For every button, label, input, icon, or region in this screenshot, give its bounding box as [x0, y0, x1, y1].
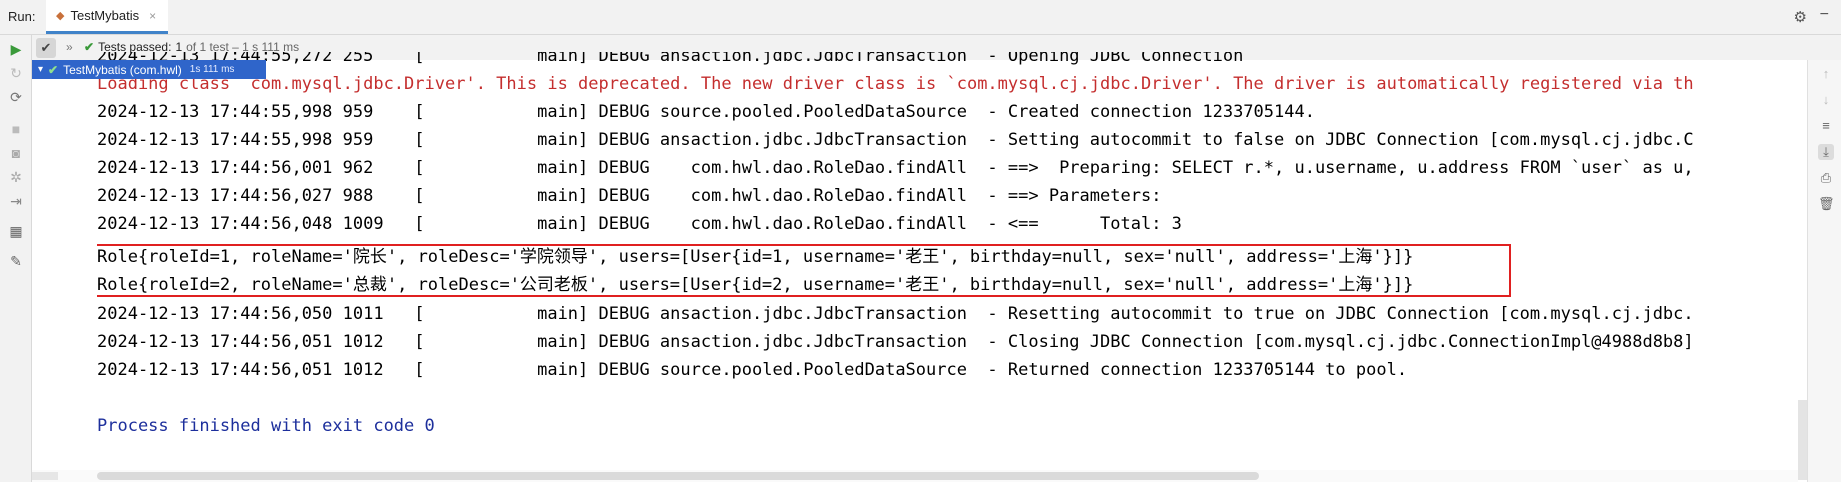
run-tool-window-header: Run: ◆ TestMybatis × ⚙ − [0, 0, 1841, 35]
layout-icon[interactable]: ▦ [8, 223, 24, 239]
toggle-auto-test-icon[interactable]: ⟳ [8, 89, 24, 105]
check-icon: ✔ [84, 40, 95, 54]
tree-scrollbar[interactable] [32, 472, 58, 480]
trash-icon[interactable]: 🗑 [1818, 196, 1835, 212]
minimize-icon[interactable]: − [1820, 6, 1829, 24]
tab-testmybatis[interactable]: ◆ TestMybatis × [46, 0, 169, 34]
scroll-up-icon[interactable]: ↑ [1818, 66, 1834, 82]
test-tree-label: TestMybatis (com.hwl) [63, 62, 182, 77]
print-icon[interactable]: ⎙ [1818, 170, 1834, 186]
run-label: Run: [8, 9, 36, 24]
pin-icon[interactable]: ✎ [8, 253, 24, 269]
right-toolbar: ↑ ↓ ≡ ⤓ ⎙ 🗑 [1807, 60, 1841, 482]
console-line: 2024-12-13 17:44:56,050 1011 [ main] DEB… [97, 304, 1694, 324]
console-line-error: Loading class `com.mysql.jdbc.Driver'. T… [97, 74, 1694, 94]
stop-icon[interactable]: ■ [8, 121, 24, 137]
show-passed-icon[interactable]: ✔ [36, 38, 56, 58]
expand-chevron-icon[interactable]: ▾ [38, 64, 43, 75]
more-chevron-icon[interactable]: » [66, 40, 73, 54]
console-line: 2024-12-13 17:44:55,998 959 [ main] DEBU… [97, 102, 1315, 122]
scroll-down-icon[interactable]: ↓ [1818, 92, 1834, 108]
debug-icon[interactable]: ✲ [8, 169, 24, 185]
tab-label: TestMybatis [70, 8, 140, 23]
gear-icon[interactable]: ⚙ [1794, 8, 1807, 26]
left-toolbar: ▶ ↻ ⟳ ■ ◙ ✲ ⇥ ▦ ✎ [0, 35, 32, 482]
console-line: 2024-12-13 17:44:56,048 1009 [ main] DEB… [97, 214, 1182, 234]
export-icon[interactable]: ⇥ [8, 193, 24, 209]
console-line: 2024-12-13 17:44:55,998 959 [ main] DEBU… [97, 130, 1694, 150]
console-line: 2024-12-13 17:44:56,027 988 [ main] DEBU… [97, 186, 1172, 206]
scroll-to-end-icon[interactable]: ⤓ [1818, 144, 1834, 160]
console-line: 2024-12-13 17:44:55,272 255 [ main] DEBU… [97, 52, 1244, 66]
console-output[interactable]: 2024-12-13 17:44:55,272 255 [ main] DEBU… [97, 52, 1797, 462]
console-line: 2024-12-13 17:44:56,051 1012 [ main] DEB… [97, 360, 1408, 380]
console-line: 2024-12-13 17:44:56,051 1012 [ main] DEB… [97, 332, 1694, 352]
test-duration: 1s 111 ms [189, 64, 235, 75]
console-line: 2024-12-13 17:44:56,001 962 [ main] DEBU… [97, 158, 1694, 178]
soft-wrap-icon[interactable]: ≡ [1818, 118, 1834, 134]
vertical-scrollbar[interactable] [1798, 400, 1807, 480]
highlight-box [97, 244, 1511, 297]
passed-check-icon: ✔ [48, 62, 59, 77]
console-line-exit: Process finished with exit code 0 [97, 416, 435, 436]
close-tab-icon[interactable]: × [149, 9, 156, 23]
rerun-failed-icon[interactable]: ↻ [8, 65, 24, 81]
rerun-icon[interactable]: ▶ [8, 41, 24, 57]
run-config-icon: ◆ [56, 10, 65, 22]
camera-icon[interactable]: ◙ [8, 145, 24, 161]
horizontal-scrollbar[interactable] [97, 472, 1259, 480]
test-tree-item[interactable]: ▾ ✔ TestMybatis (com.hwl) 1s 111 ms [32, 60, 266, 79]
